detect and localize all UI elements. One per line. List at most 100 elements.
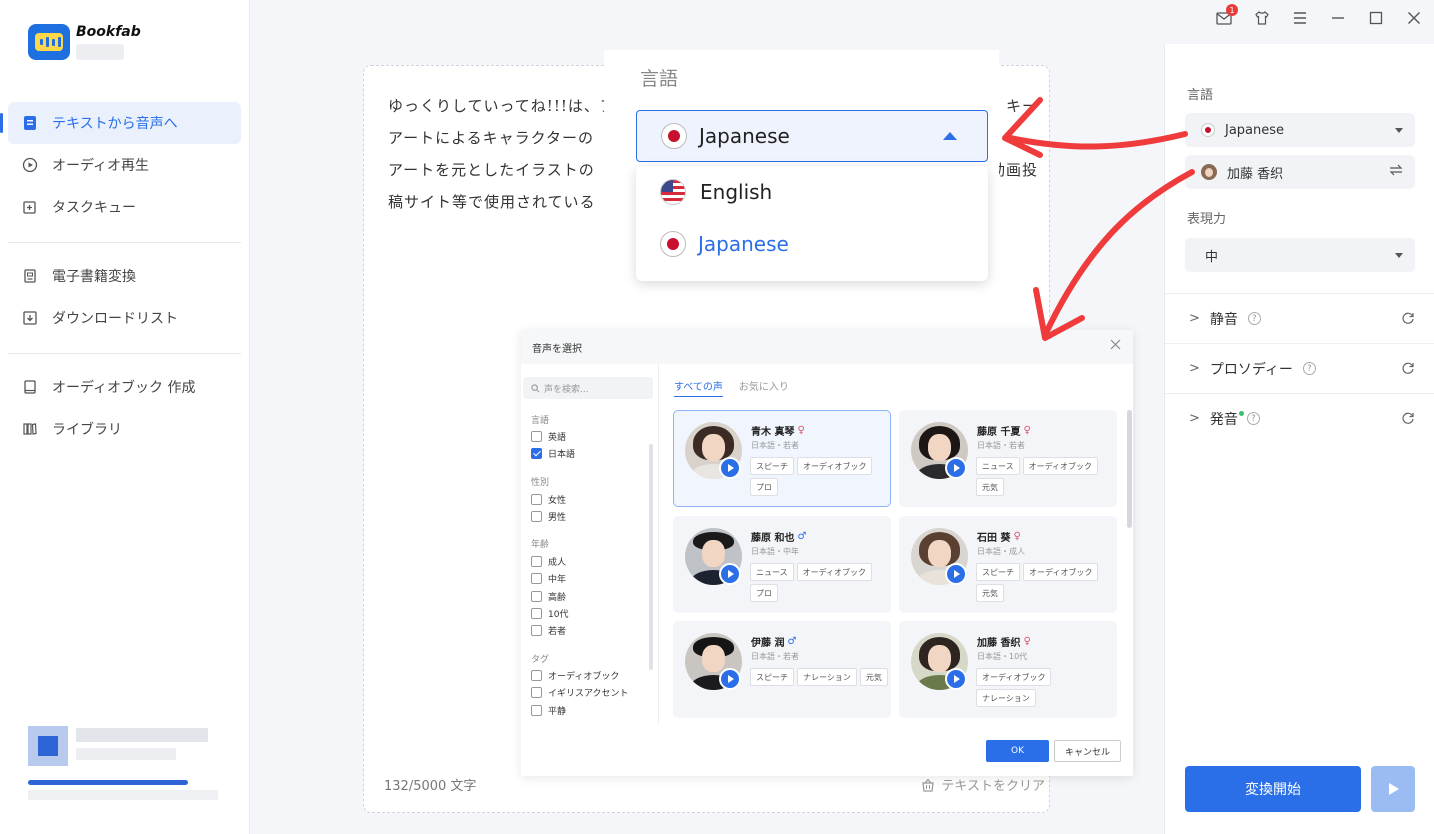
play-preview-button[interactable] — [719, 668, 741, 690]
cancel-button[interactable]: キャンセル — [1054, 740, 1121, 762]
filter-middle-age[interactable]: 中年 — [531, 572, 566, 585]
swap-icon[interactable] — [1389, 164, 1403, 180]
voice-select[interactable]: 加藤 香织 — [1185, 155, 1415, 189]
sidebar-item-text-to-speech[interactable]: テキストから音声へ — [0, 102, 241, 144]
logo-icon — [28, 24, 70, 60]
help-icon[interactable]: ? — [1302, 362, 1316, 375]
chevron-right-icon: > — [1189, 411, 1200, 426]
voice-search-input[interactable]: 声を検索... — [523, 377, 653, 399]
sidebar-item-audiobook-create[interactable]: オーディオブック 作成 — [8, 366, 241, 408]
japan-flag-icon — [1201, 123, 1215, 137]
close-icon — [1408, 12, 1420, 24]
ok-button[interactable]: OK — [986, 740, 1049, 762]
maximize-button[interactable] — [1366, 8, 1386, 28]
voice-list-scrollbar[interactable] — [1127, 410, 1132, 528]
logo-subtitle-blurred — [76, 44, 124, 60]
help-icon[interactable]: ? — [1247, 312, 1261, 325]
voice-card[interactable]: 伊藤 润 ♂ 日本語・若者 スピーチ ナレーション 元気 — [673, 621, 891, 718]
filter-senior[interactable]: 高齢 — [531, 590, 566, 603]
filter-calm[interactable]: 平静 — [531, 704, 566, 717]
caret-down-icon — [1395, 127, 1403, 133]
language-option-japanese[interactable]: Japanese — [636, 218, 988, 270]
filter-audiobook[interactable]: オーディオブック — [531, 669, 619, 682]
user-account-blurred[interactable] — [28, 718, 220, 804]
sidebar-item-task-queue[interactable]: タスクキュー — [8, 186, 241, 228]
sidebar: Bookfab テキストから音声へ オーディオ再生 タスクキュー 電子書籍変換 … — [0, 0, 250, 834]
reset-icon — [1402, 362, 1414, 374]
voice-card[interactable]: 藤原 千夏 ♀ 日本語・若者 ニュース オーディオブック 元気 — [899, 410, 1117, 507]
reset-icon — [1402, 412, 1414, 424]
window-controls: 1 — [1214, 4, 1424, 28]
language-select[interactable]: Japanese — [636, 110, 988, 162]
expression-label: 表現力 — [1187, 212, 1227, 227]
play-preview-button[interactable] — [945, 668, 967, 690]
sidebar-item-ebook-convert[interactable]: 電子書籍変換 — [8, 255, 241, 297]
new-indicator-dot — [1238, 411, 1244, 416]
sidebar-item-download-list[interactable]: ダウンロードリスト — [8, 297, 241, 339]
mail-button[interactable]: 1 — [1214, 4, 1238, 28]
minimize-button[interactable] — [1328, 8, 1348, 28]
chevron-right-icon: > — [1189, 361, 1200, 376]
character-count: 132/5000 文字 — [384, 779, 477, 794]
sidebar-item-label: テキストから音声へ — [52, 116, 178, 132]
sidebar-item-audio-playback[interactable]: オーディオ再生 — [8, 144, 241, 186]
library-icon — [22, 421, 38, 437]
section-pronunciation[interactable]: > 発音 ? — [1165, 393, 1434, 443]
play-preview-button[interactable] — [719, 563, 741, 585]
voice-card[interactable]: 藤原 和也 ♂ 日本語・中年 ニュース オーディオブック プロ — [673, 516, 891, 613]
voice-card[interactable]: 青木 真琴 ♀ 日本語・若者 スピーチ オーディオブック プロ — [673, 410, 891, 507]
sidebar-item-label: オーディオ再生 — [52, 158, 150, 174]
close-button[interactable] — [1404, 8, 1424, 28]
avatar — [28, 726, 68, 766]
filter-british-accent[interactable]: イギリスアクセント — [531, 686, 629, 699]
language-option-english[interactable]: English — [636, 166, 988, 218]
play-icon — [1389, 783, 1399, 795]
play-preview-button[interactable] — [945, 563, 967, 585]
filter-scrollbar[interactable] — [649, 444, 653, 670]
voice-card[interactable]: 加藤 香织 ♀ 日本語・10代 オーディオブック ナレーション — [899, 621, 1117, 718]
menu-button[interactable] — [1290, 8, 1310, 28]
filter-adult[interactable]: 成人 — [531, 555, 566, 568]
language-label: 言語 — [1187, 88, 1214, 103]
tab-favorites[interactable]: お気に入り — [739, 378, 789, 397]
play-preview-button[interactable] — [719, 457, 741, 479]
help-icon[interactable]: ? — [1246, 412, 1260, 425]
voice-card[interactable]: 石田 葵 ♀ 日本語・成人 スピーチ オーディオブック 元気 — [899, 516, 1117, 613]
sidebar-item-library[interactable]: ライブラリ — [8, 408, 241, 450]
filter-female[interactable]: 女性 — [531, 493, 566, 506]
notification-badge: 1 — [1226, 4, 1238, 16]
filter-teens[interactable]: 10代 — [531, 607, 568, 620]
filter-english[interactable]: 英語 — [531, 430, 566, 443]
filter-group-age: 年齢 — [531, 540, 550, 550]
tab-all-voices[interactable]: すべての声 — [674, 378, 723, 397]
minimize-icon — [1332, 17, 1344, 19]
skin-button[interactable] — [1252, 8, 1272, 28]
filter-group-tag: タグ — [531, 655, 550, 665]
section-prosody[interactable]: > プロソディー ? — [1165, 343, 1434, 393]
play-preview-button[interactable] — [945, 457, 967, 479]
maximize-icon — [1369, 11, 1383, 25]
dialog-close-button[interactable] — [1110, 338, 1121, 354]
chevron-right-icon: > — [1189, 311, 1200, 326]
download-icon — [22, 310, 38, 326]
sidebar-item-label: オーディオブック 作成 — [52, 380, 196, 396]
ebook-icon — [22, 268, 38, 284]
sidebar-divider — [8, 242, 241, 243]
expression-select[interactable]: 中 — [1185, 238, 1415, 272]
filter-male[interactable]: 男性 — [531, 510, 566, 523]
filter-panel: 声を検索... 言語 英語 日本語 性別 女性 男性 年齢 成人 中年 高齢 1… — [521, 364, 659, 724]
sidebar-item-label: ライブラリ — [52, 422, 122, 438]
clear-text-button[interactable]: テキストをクリア — [921, 775, 1045, 794]
book-icon — [22, 379, 38, 395]
filter-group-language: 言語 — [531, 416, 550, 426]
sidebar-item-label: タスクキュー — [52, 200, 136, 216]
language-select[interactable]: Japanese — [1185, 113, 1415, 147]
reset-icon — [1402, 312, 1414, 324]
start-convert-button[interactable]: 変換開始 — [1185, 766, 1361, 812]
filter-japanese[interactable]: 日本語 — [531, 447, 575, 460]
language-dropdown-zoom: 言語 Japanese English Japanese — [604, 50, 999, 290]
filter-young[interactable]: 若者 — [531, 624, 566, 637]
play-button[interactable] — [1371, 766, 1415, 812]
section-silence[interactable]: > 静音 ? — [1165, 293, 1434, 343]
caret-down-icon — [1395, 252, 1403, 258]
